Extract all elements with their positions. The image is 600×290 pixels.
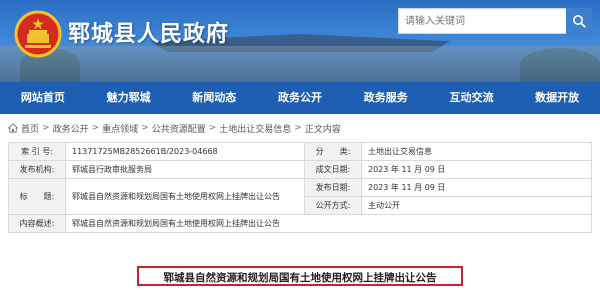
nav-item-interaction[interactable]: 互动交流 [429,82,515,114]
document-title: 郓城县自然资源和规划局国有土地使用权网上挂牌出让公告 [137,266,463,286]
breadcrumb-home[interactable]: 首页 [21,122,39,135]
category-value: 土地出让交易信息 [361,142,592,161]
breadcrumb-separator: > [294,123,302,133]
breadcrumb-separator: > [42,123,50,133]
info-row-publisher: 发布机构: 郓城县行政审批服务局 成文日期: 2023 年 11 月 09 日 [8,160,592,179]
breadcrumb-key-areas[interactable]: 重点领域 [102,122,138,135]
nav-item-charm[interactable]: 魅力郓城 [86,82,172,114]
breadcrumb-current: 正文内容 [304,124,341,135]
open-mode-value: 主动公开 [361,196,592,215]
info-row-index: 索 引 号: 11371725MB2852661B/2023-04668 分 类… [8,142,592,161]
published-date-value: 2023 年 11 月 09 日 [361,178,592,197]
document-info-table: 索 引 号: 11371725MB2852661B/2023-04668 分 类… [8,142,592,233]
search-input[interactable] [399,10,571,33]
nav-item-news[interactable]: 新闻动态 [171,82,257,114]
header-building-wall [0,46,600,82]
site-title[interactable]: 郓城县人民政府 [68,16,229,48]
published-date-label: 发布日期: [304,178,362,197]
nav-item-home[interactable]: 网站首页 [0,82,86,114]
nav-item-gov-affairs[interactable]: 政务公开 [257,82,343,114]
info-row-published: 标 题: 郓城县自然资源和规划局国有土地使用权网上挂牌出让公告 发布日期: 20… [8,178,592,215]
breadcrumb: 首页 > 政务公开 > 重点领域 > 公共资源配置 > 土地出让交易信息 > 正… [8,120,341,136]
publisher-label: 发布机构: [8,160,66,179]
search-icon [573,15,586,28]
publisher-value: 郓城县行政审批服务局 [65,160,305,179]
info-row-summary: 内容概述: 郓城县自然资源和规划局国有土地使用权网上挂牌出让公告 [8,214,592,233]
site-header: 郓城县人民政府 [0,0,600,82]
nav-item-open-data[interactable]: 数据开放 [514,82,600,114]
national-emblem-icon [14,10,62,58]
breadcrumb-separator: > [91,123,100,133]
nav-item-services[interactable]: 政务服务 [343,82,429,114]
created-date-value: 2023 年 11 月 09 日 [361,160,592,179]
main-nav: 网站首页 魅力郓城 新闻动态 政务公开 政务服务 互动交流 数据开放 [0,82,600,114]
category-label: 分 类: [304,142,362,161]
title-value: 郓城县自然资源和规划局国有土地使用权网上挂牌出让公告 [65,178,305,215]
open-mode-label: 公开方式: [304,196,362,215]
created-date-label: 成文日期: [304,160,362,179]
title-label: 标 题: [8,178,66,215]
summary-value: 郓城县自然资源和规划局国有土地使用权网上挂牌出让公告 [65,214,592,233]
breadcrumb-separator: > [141,123,149,133]
breadcrumb-public-resources[interactable]: 公共资源配置 [152,122,206,135]
breadcrumb-gov-affairs[interactable]: 政务公开 [53,122,89,135]
index-label: 索 引 号: [8,142,66,161]
home-icon [8,123,18,133]
summary-label: 内容概述: [8,214,66,233]
search-box [398,8,571,34]
breadcrumb-land-transfer[interactable]: 土地出让交易信息 [219,122,291,135]
search-button[interactable] [566,8,592,34]
index-value: 11371725MB2852661B/2023-04668 [65,142,305,161]
breadcrumb-separator: > [208,123,217,133]
